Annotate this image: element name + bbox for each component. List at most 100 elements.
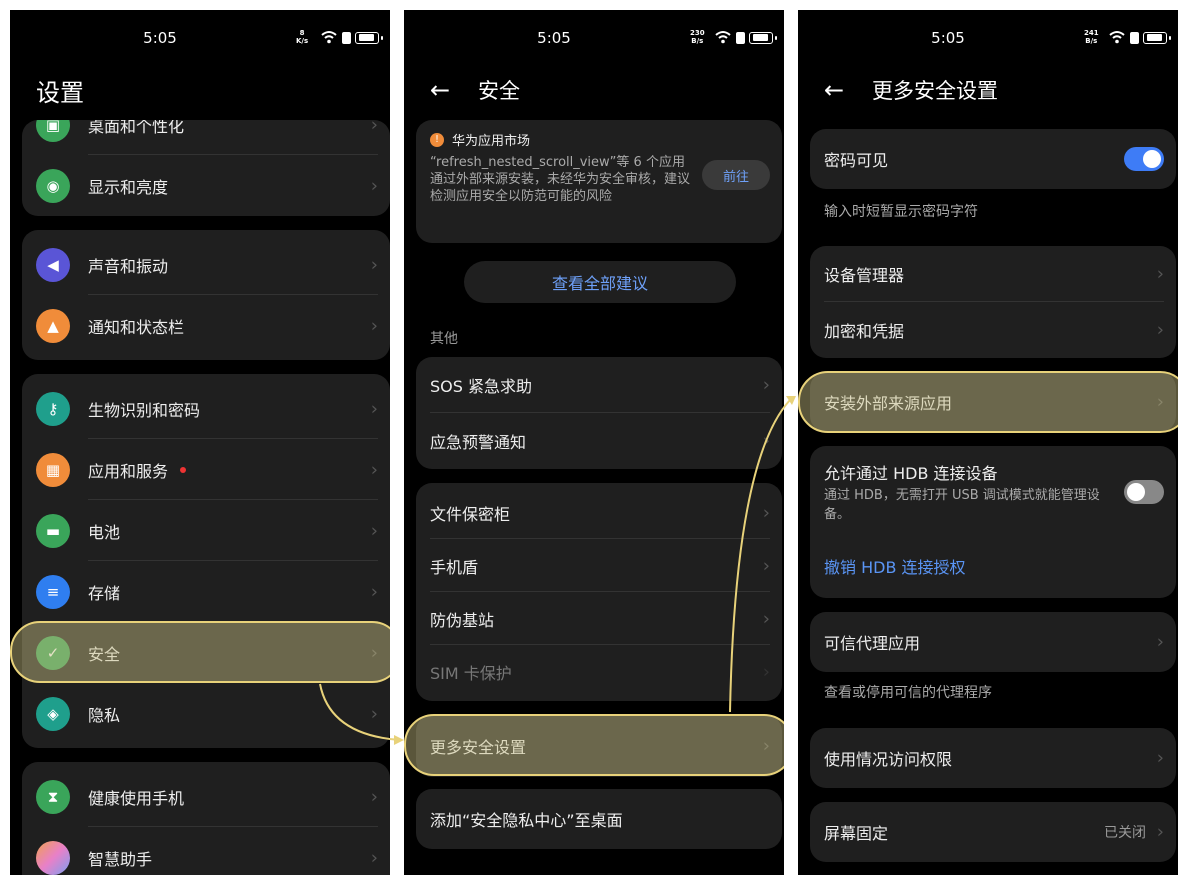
notice-header: ! 华为应用市场	[430, 130, 530, 149]
settings-group-security: ⚷ 生物识别和密码 › ▦ 应用和服务 › ▬ 电池 › ≡ 存储 › ✓ 安全	[22, 374, 390, 748]
highlight-install-external	[798, 371, 1178, 433]
page-header: ← 更多安全设置	[824, 72, 998, 108]
chevron-right-icon: ›	[762, 555, 770, 576]
revoke-hdb-link[interactable]: 撤销 HDB 连接授权	[824, 554, 966, 578]
chevron-right-icon: ›	[370, 459, 378, 480]
status-bar: 5:05 8 K/s	[10, 28, 390, 50]
settings-item-biometrics[interactable]: ⚷ 生物识别和密码 ›	[22, 378, 390, 439]
bell-icon: ▲	[36, 308, 70, 343]
wifi-icon	[321, 31, 337, 44]
back-arrow-icon[interactable]: ←	[824, 76, 852, 104]
settings-item-notifications[interactable]: ▲ 通知和状态栏 ›	[22, 295, 390, 356]
settings-item-personalization[interactable]: ▣ 桌面和个性化 ›	[22, 120, 390, 155]
privacy-icon: ◈	[36, 696, 70, 731]
page-title: 安全	[478, 79, 520, 103]
chevron-right-icon: ›	[762, 661, 770, 682]
page-header: ← 安全	[430, 72, 520, 108]
chevron-right-icon: ›	[370, 175, 378, 196]
group-add-desktop: 添加“安全隐私中心”至桌面	[416, 789, 782, 849]
settings-group-health: ⧗ 健康使用手机 › 智慧助手 ›	[22, 762, 390, 875]
page-header: 设置	[36, 72, 84, 108]
settings-item-apps[interactable]: ▦ 应用和服务 ›	[22, 439, 390, 500]
trusted-agents-desc: 查看或停用可信的代理程序	[824, 685, 992, 701]
password-visible-toggle[interactable]	[1124, 147, 1164, 171]
network-speed: 241 B/s	[1084, 29, 1099, 45]
wifi-icon	[1109, 31, 1125, 44]
password-visible-desc: 输入时短暂显示密码字符	[824, 204, 978, 220]
sim-icon	[1130, 32, 1139, 44]
item-screen-pinning[interactable]: 屏幕固定 已关闭 ›	[810, 802, 1176, 862]
speaker-icon: ◀	[36, 247, 70, 282]
apps-icon: ▦	[36, 452, 70, 487]
settings-screen: 5:05 8 K/s 设置 ▣ 桌面和个性化 › ◉ 显示和亮度 › ◀ 声音和…	[10, 10, 390, 875]
page-title: 更多安全设置	[872, 79, 998, 103]
go-button[interactable]: 前往	[702, 160, 770, 190]
battery-status-icon	[1143, 32, 1171, 44]
hdb-desc: 通过 HDB，无需打开 USB 调试模式就能管理设备。	[824, 488, 1100, 522]
item-fake-base-station[interactable]: 防伪基站 ›	[416, 592, 782, 645]
view-all-button[interactable]: 查看全部建议	[464, 261, 736, 303]
chevron-right-icon: ›	[370, 398, 378, 419]
section-title-other: 其他	[430, 331, 458, 347]
group-device: 设备管理器 › 加密和凭据 ›	[810, 246, 1176, 358]
item-add-to-desktop[interactable]: 添加“安全隐私中心”至桌面	[416, 789, 782, 849]
settings-item-sound[interactable]: ◀ 声音和振动 ›	[22, 234, 390, 295]
chevron-right-icon: ›	[1156, 263, 1164, 285]
item-usage-access[interactable]: 使用情况访问权限 ›	[810, 728, 1176, 788]
chevron-right-icon: ›	[370, 520, 378, 541]
arrow-head-1	[394, 735, 404, 745]
item-sos[interactable]: SOS 紧急求助 ›	[416, 357, 782, 413]
red-dot-badge	[180, 466, 187, 473]
item-sim-protection: SIM 卡保护 ›	[430, 661, 770, 683]
key-icon: ⚷	[36, 391, 70, 426]
settings-group-sound: ◀ 声音和振动 › ▲ 通知和状态栏 ›	[22, 230, 390, 360]
page-title: 设置	[36, 78, 84, 107]
settings-item-battery[interactable]: ▬ 电池 ›	[22, 500, 390, 561]
item-password-visible[interactable]: 密码可见	[810, 129, 1176, 189]
chevron-right-icon: ›	[370, 847, 378, 868]
eye-icon: ◉	[36, 168, 70, 203]
chevron-right-icon: ›	[370, 254, 378, 275]
chevron-right-icon: ›	[370, 581, 378, 602]
highlight-more-security	[404, 714, 784, 776]
assistant-icon	[36, 840, 70, 875]
chevron-right-icon: ›	[370, 786, 378, 807]
hdb-toggle[interactable]	[1124, 480, 1164, 504]
item-phone-shield[interactable]: 手机盾 ›	[416, 539, 782, 592]
battery-status-icon	[355, 32, 383, 44]
chevron-right-icon: ›	[762, 502, 770, 523]
sim-icon	[736, 32, 745, 44]
warning-icon: !	[430, 132, 444, 147]
status-bar: 5:05 230 B/s	[404, 28, 784, 50]
more-security-screen: 5:05 241 B/s ← 更多安全设置 密码可见 输入时短暂显示密码字符 设…	[798, 10, 1178, 875]
settings-item-storage[interactable]: ≡ 存储 ›	[22, 561, 390, 622]
security-notice-card: ! 华为应用市场 “refresh_nested_scroll_view”等 6…	[416, 120, 782, 243]
settings-group-display: ▣ 桌面和个性化 › ◉ 显示和亮度 ›	[22, 120, 390, 216]
item-file-safe[interactable]: 文件保密柜 ›	[416, 486, 782, 539]
back-arrow-icon[interactable]: ←	[430, 76, 458, 104]
arrow-head-2	[786, 396, 796, 405]
item-encryption-credentials[interactable]: 加密和凭据 ›	[810, 302, 1176, 358]
wallpaper-icon: ▣	[36, 120, 70, 142]
group-password-visible: 密码可见	[810, 129, 1176, 189]
wifi-icon	[715, 31, 731, 44]
chevron-right-icon: ›	[370, 120, 378, 135]
battery-status-icon	[749, 32, 777, 44]
settings-item-privacy[interactable]: ◈ 隐私 ›	[22, 683, 390, 744]
group-hdb: 允许通过 HDB 连接设备 通过 HDB，无需打开 USB 调试模式就能管理设备…	[810, 446, 1176, 598]
chevron-right-icon: ›	[762, 608, 770, 629]
hdb-label: 允许通过 HDB 连接设备	[824, 464, 998, 483]
item-emergency-alerts[interactable]: 应急预警通知 ›	[416, 413, 782, 469]
hourglass-icon: ⧗	[36, 779, 70, 814]
status-time: 5:05	[143, 29, 177, 47]
settings-item-display[interactable]: ◉ 显示和亮度 ›	[22, 155, 390, 216]
chevron-right-icon: ›	[762, 430, 770, 452]
item-trusted-agents[interactable]: 可信代理应用 ›	[810, 612, 1176, 672]
item-device-manager[interactable]: 设备管理器 ›	[810, 246, 1176, 302]
chevron-right-icon: ›	[1156, 821, 1164, 843]
chevron-right-icon: ›	[1156, 747, 1164, 769]
group-screen-pin: 屏幕固定 已关闭 ›	[810, 802, 1176, 862]
settings-item-assistant[interactable]: 智慧助手 ›	[22, 827, 390, 875]
sim-icon	[342, 32, 351, 44]
settings-item-digital-balance[interactable]: ⧗ 健康使用手机 ›	[22, 766, 390, 827]
